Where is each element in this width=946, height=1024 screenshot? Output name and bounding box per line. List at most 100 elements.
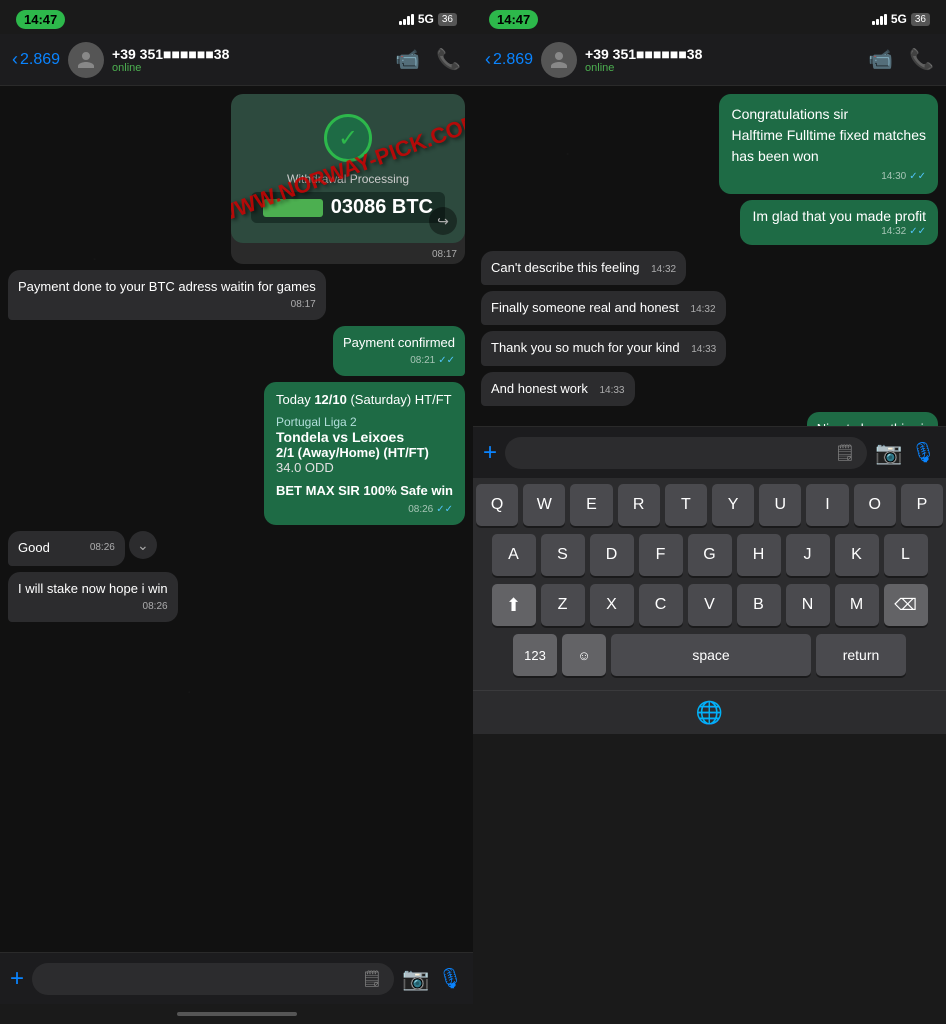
honest-work-text: And honest work [491,381,588,396]
message-row-match: Today 12/10 (Saturday) HT/FT Portugal Li… [8,382,465,525]
key-g[interactable]: G [688,534,732,576]
key-z[interactable]: Z [541,584,585,626]
key-i[interactable]: I [806,484,848,526]
message-row-congrats: Congratulations sirHalftime Fulltime fix… [481,94,938,194]
key-q[interactable]: Q [476,484,518,526]
shift-key[interactable]: ⬆ [492,584,536,626]
match-league: Portugal Liga 2 [276,415,453,429]
key-w[interactable]: W [523,484,565,526]
key-h[interactable]: H [737,534,781,576]
right-back-count: 2.869 [493,51,533,69]
message-row-payment-confirmed: Payment confirmed 08:21 ✓✓ [8,326,465,376]
left-home-bar [177,1012,297,1016]
stake-text: I will stake now hope i win [18,581,168,596]
left-contact-name: +39 351■■■■■■38 [112,46,229,62]
match-check-icon: ✓✓ [436,504,453,515]
right-back-button[interactable]: ‹ 2.869 [485,49,533,70]
keyboard-row-3: ⬆ Z X C V B N M ⌫ [476,584,943,626]
payment-confirmed-time: 08:21 [410,354,435,368]
right-contact-name-area: +39 351■■■■■■38 online [585,46,702,74]
key-j[interactable]: J [786,534,830,576]
key-p[interactable]: P [901,484,943,526]
numbers-key[interactable]: 123 [513,634,557,676]
right-voice-call-icon[interactable]: 📞 [909,47,934,72]
message-row-cant-describe: Can't describe this feeling 14:32 [481,251,938,285]
message-row-withdrawal: ✓ Withdrawal Processing 03086 BTC WWW.NO… [8,94,465,264]
globe-bar: 🌐 [473,690,946,734]
right-contact-info[interactable]: +39 351■■■■■■38 online [541,42,868,78]
good-text: Good [18,539,50,557]
return-key[interactable]: return [816,634,906,676]
right-camera-icon[interactable]: 📷 [875,440,902,466]
key-l[interactable]: L [884,534,928,576]
right-status-time: 14:47 [489,10,538,29]
stake-time: 08:26 [143,600,168,614]
battery-badge: 36 [438,13,457,26]
left-avatar [68,42,104,78]
left-status-time: 14:47 [16,10,65,29]
key-o[interactable]: O [854,484,896,526]
right-plus-icon[interactable]: + [483,439,497,467]
withdrawal-label: Withdrawal Processing [251,172,445,186]
left-camera-icon[interactable]: 📷 [402,966,429,992]
key-y[interactable]: Y [712,484,754,526]
glad-time: 14:32 [881,226,906,237]
right-avatar [541,42,577,78]
left-chevron-icon: ‹ [12,49,18,70]
forward-button[interactable]: ↪ [429,207,457,235]
key-s[interactable]: S [541,534,585,576]
key-b[interactable]: B [737,584,781,626]
right-mic-icon[interactable]: 🎙 [911,440,936,465]
key-m[interactable]: M [835,584,879,626]
left-input-wrapper[interactable]: 🗒 [32,963,394,995]
right-chat-area: Congratulations sirHalftime Fulltime fix… [473,86,946,426]
key-r[interactable]: R [618,484,660,526]
key-k[interactable]: K [835,534,879,576]
key-f[interactable]: F [639,534,683,576]
left-plus-icon[interactable]: + [10,965,24,993]
sticker-icon[interactable]: 🗒 [362,969,382,989]
video-call-icon[interactable]: 📹 [395,47,420,72]
key-a[interactable]: A [492,534,536,576]
double-check-icon: ✓✓ [438,354,455,368]
left-phone-panel: 14:47 5G 36 ‹ 2.869 +39 351■■■■■■38 onli… [0,0,473,1024]
key-c[interactable]: C [639,584,683,626]
delete-key[interactable]: ⌫ [884,584,928,626]
match-bet: BET MAX SIR 100% Safe win [276,483,453,498]
glad-bubble: Im glad that you made profit 14:32 ✓✓ [740,200,938,245]
key-x[interactable]: X [590,584,634,626]
key-n[interactable]: N [786,584,830,626]
voice-call-icon[interactable]: 📞 [436,47,461,72]
keyboard-row-2: A S D F G H J K L [476,534,943,576]
left-back-button[interactable]: ‹ 2.869 [12,49,60,70]
left-mic-icon[interactable]: 🎙 [438,966,463,991]
left-status-icons: 5G 36 [399,12,457,26]
right-sticker-icon[interactable]: 🗒 [835,443,855,463]
keyboard-row-4: 123 ☺ space return [476,634,943,676]
left-contact-info[interactable]: +39 351■■■■■■38 online [68,42,395,78]
glad-check-icon: ✓✓ [909,226,926,237]
space-key[interactable]: space [611,634,811,676]
message-row-finally: Finally someone real and honest 14:32 [481,291,938,325]
media-time: 08:17 [432,249,457,260]
key-v[interactable]: V [688,584,732,626]
key-t[interactable]: T [665,484,707,526]
right-video-call-icon[interactable]: 📹 [868,47,893,72]
scroll-down-icon[interactable]: ⌄ [129,531,157,559]
payment-confirmed-bubble: Payment confirmed 08:21 ✓✓ [333,326,465,376]
left-input-field[interactable] [44,971,354,987]
right-input-field[interactable] [517,445,827,461]
message-row-stake: I will stake now hope i win 08:26 [8,572,465,622]
finally-bubble: Finally someone real and honest 14:32 [481,291,726,325]
keyboard: Q W E R T Y U I O P A S D F G H J K L ⬆ … [473,478,946,690]
emoji-key[interactable]: ☺ [562,634,606,676]
honest-work-bubble: And honest work 14:33 [481,372,635,406]
key-e[interactable]: E [570,484,612,526]
withdrawal-bubble: ✓ Withdrawal Processing 03086 BTC WWW.NO… [231,94,465,264]
key-d[interactable]: D [590,534,634,576]
key-u[interactable]: U [759,484,801,526]
left-back-count: 2.869 [20,51,60,69]
right-input-wrapper[interactable]: 🗒 [505,437,867,469]
globe-icon[interactable]: 🌐 [696,700,723,726]
keyboard-row-1: Q W E R T Y U I O P [476,484,943,526]
